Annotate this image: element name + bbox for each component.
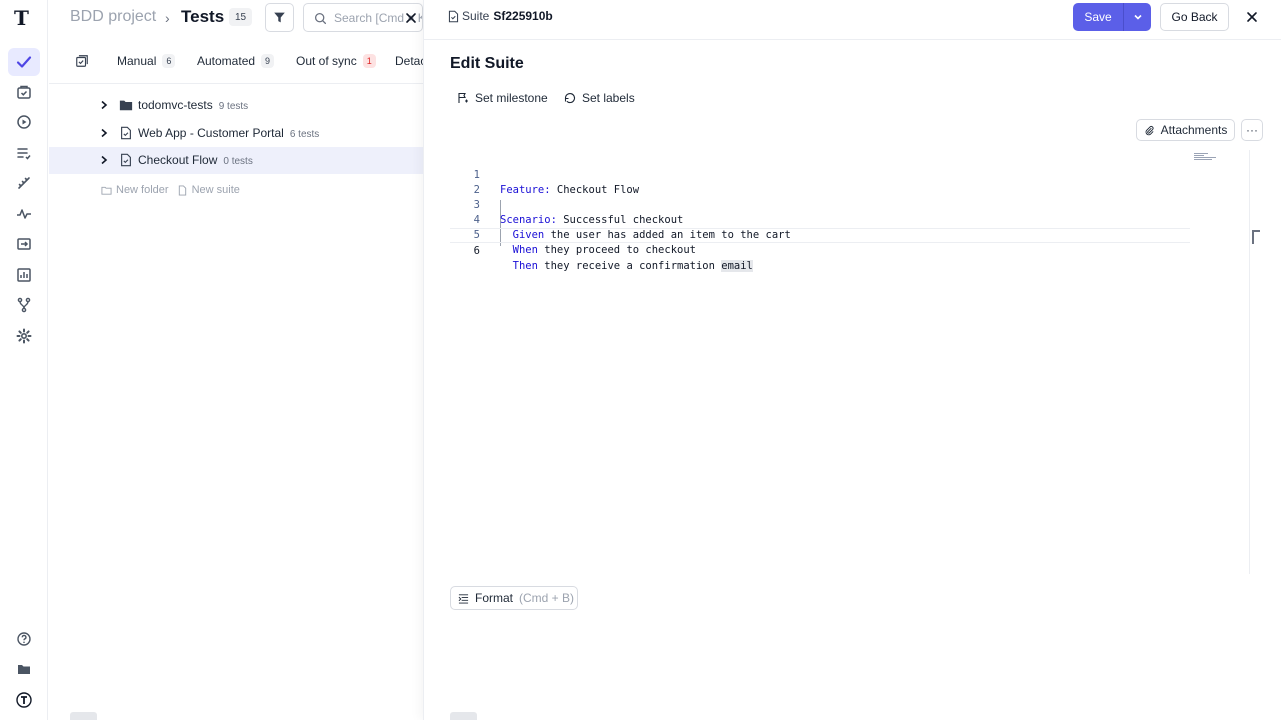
settings-gear-icon[interactable] xyxy=(8,322,40,350)
pulse-nav-icon[interactable] xyxy=(8,200,40,228)
suite-file-icon xyxy=(448,10,459,22)
tab-automated[interactable]: Automated 9 xyxy=(197,54,275,68)
highlighted-word: email xyxy=(721,260,753,272)
tab-detached[interactable]: Detached xyxy=(395,54,423,68)
code-text: they proceed to checkout xyxy=(537,244,696,256)
file-plus-icon xyxy=(178,184,186,196)
tree-row-label: Checkout Flow 0 tests xyxy=(138,153,253,167)
tab-count-badge: 6 xyxy=(162,54,176,68)
save-options-dropdown[interactable] xyxy=(1123,3,1151,31)
code-line[interactable]: 4 Given the user has added an item to th… xyxy=(450,198,1190,241)
tree-row-suite-selected[interactable]: Checkout Flow 0 tests xyxy=(49,147,423,174)
code-line[interactable]: 3 Scenario: Successful checkout xyxy=(450,183,1190,226)
branches-nav-icon[interactable] xyxy=(8,291,40,319)
milestone-flag-icon xyxy=(458,92,468,103)
chevron-right-icon[interactable] xyxy=(99,155,109,165)
select-all-checklist-icon[interactable] xyxy=(75,54,89,68)
tree-row-label: Web App - Customer Portal 6 tests xyxy=(138,126,320,140)
requirements-nav-icon[interactable] xyxy=(8,78,40,106)
analytics-nav-icon[interactable] xyxy=(8,261,40,289)
chevron-right-icon[interactable] xyxy=(99,128,109,138)
tree-row-suite[interactable]: Web App - Customer Portal 6 tests xyxy=(69,120,423,147)
plans-nav-icon[interactable] xyxy=(8,139,40,167)
suite-file-icon xyxy=(121,126,131,140)
suite-id: Sf225910b xyxy=(493,9,553,23)
filter-button[interactable] xyxy=(265,3,294,32)
close-panel-icon[interactable] xyxy=(1241,6,1263,28)
set-labels-button[interactable]: Set labels xyxy=(564,91,635,105)
attachments-button[interactable]: Attachments xyxy=(1136,119,1235,141)
new-suite-link[interactable]: New suite xyxy=(177,184,240,196)
editor-minimap[interactable] xyxy=(1194,153,1218,161)
more-options-button[interactable]: ··· xyxy=(1241,119,1263,141)
tree-row-folder[interactable]: todomvc-tests 9 tests xyxy=(69,92,423,119)
tab-count-badge: 1 xyxy=(362,54,376,68)
search-icon xyxy=(314,12,327,25)
projects-folder-icon[interactable] xyxy=(8,655,40,683)
tab-manual[interactable]: Manual 6 xyxy=(117,54,176,68)
breadcrumb-separator: › xyxy=(165,10,170,26)
code-line[interactable]: 2 xyxy=(450,168,1190,196)
suite-file-icon xyxy=(121,153,131,167)
format-button[interactable]: Format (Cmd + B) xyxy=(450,586,578,610)
user-avatar-icon[interactable] xyxy=(8,686,40,714)
runs-nav-icon[interactable] xyxy=(8,108,40,136)
tree-actions: New folder New suite xyxy=(101,184,240,196)
code-line[interactable]: 5 When they proceed to checkout xyxy=(450,213,1190,256)
code-editor[interactable]: 1 Feature: Checkout Flow 2 3 Scenario: S… xyxy=(450,150,1260,574)
save-button-group: Save xyxy=(1073,3,1151,31)
shortcut-hint-tab xyxy=(450,712,477,720)
steps-nav-icon[interactable] xyxy=(8,169,40,197)
editor-scrollbar[interactable] xyxy=(1252,230,1260,244)
panel-header: Suite Sf225910b Save Go Back xyxy=(424,0,1281,40)
code-line[interactable]: 1 Feature: Checkout Flow xyxy=(450,153,1190,196)
folder-icon xyxy=(119,100,133,111)
go-back-button[interactable]: Go Back xyxy=(1160,3,1229,31)
chevron-down-icon xyxy=(1133,14,1142,20)
tests-count-badge: 15 xyxy=(229,8,253,26)
tab-count-badge: 9 xyxy=(261,54,275,68)
shortcut-hint: (Cmd + B) xyxy=(519,591,575,605)
help-icon[interactable] xyxy=(8,625,40,653)
tab-out-of-sync[interactable]: Out of sync 1 xyxy=(296,54,376,68)
label-tag-icon xyxy=(564,92,576,104)
panel-title: Edit Suite xyxy=(450,55,524,72)
filter-icon xyxy=(274,12,285,23)
testomat-logo[interactable]: T xyxy=(14,6,34,30)
tests-nav-icon[interactable] xyxy=(8,48,40,76)
imports-nav-icon[interactable] xyxy=(8,230,40,258)
line-number: 6 xyxy=(473,245,480,257)
code-line-current[interactable]: 6 Then they receive a confirmation email xyxy=(450,228,1190,272)
app-sidebar: T xyxy=(0,0,48,720)
set-milestone-button[interactable]: Set milestone xyxy=(457,91,548,105)
new-folder-link[interactable]: New folder xyxy=(101,184,169,196)
page-title: Tests xyxy=(181,7,225,26)
chevron-right-icon[interactable] xyxy=(99,100,109,110)
paperclip-icon xyxy=(1145,125,1154,135)
gherkin-keyword: When xyxy=(500,244,538,256)
tests-toolbar: BDD project › Tests 15 xyxy=(49,0,423,36)
folder-plus-icon xyxy=(101,186,112,195)
suite-identifier: Suite Sf225910b xyxy=(447,9,553,23)
code-text: they receive a confirmation xyxy=(537,260,722,272)
breadcrumb-project[interactable]: BDD project xyxy=(70,8,156,26)
edit-suite-panel: Suite Sf225910b Save Go Back Edit Suite … xyxy=(423,0,1281,720)
gherkin-keyword: Then xyxy=(500,260,538,272)
format-indent-icon xyxy=(458,593,469,604)
tests-pane: BDD project › Tests 15 Manual 6 Automate… xyxy=(49,0,423,720)
close-icon[interactable] xyxy=(399,6,423,30)
tree-row-label: todomvc-tests 9 tests xyxy=(138,98,249,112)
tests-tabs: Manual 6 Automated 9 Out of sync 1 Detac… xyxy=(49,44,423,84)
save-button[interactable]: Save xyxy=(1073,3,1123,31)
